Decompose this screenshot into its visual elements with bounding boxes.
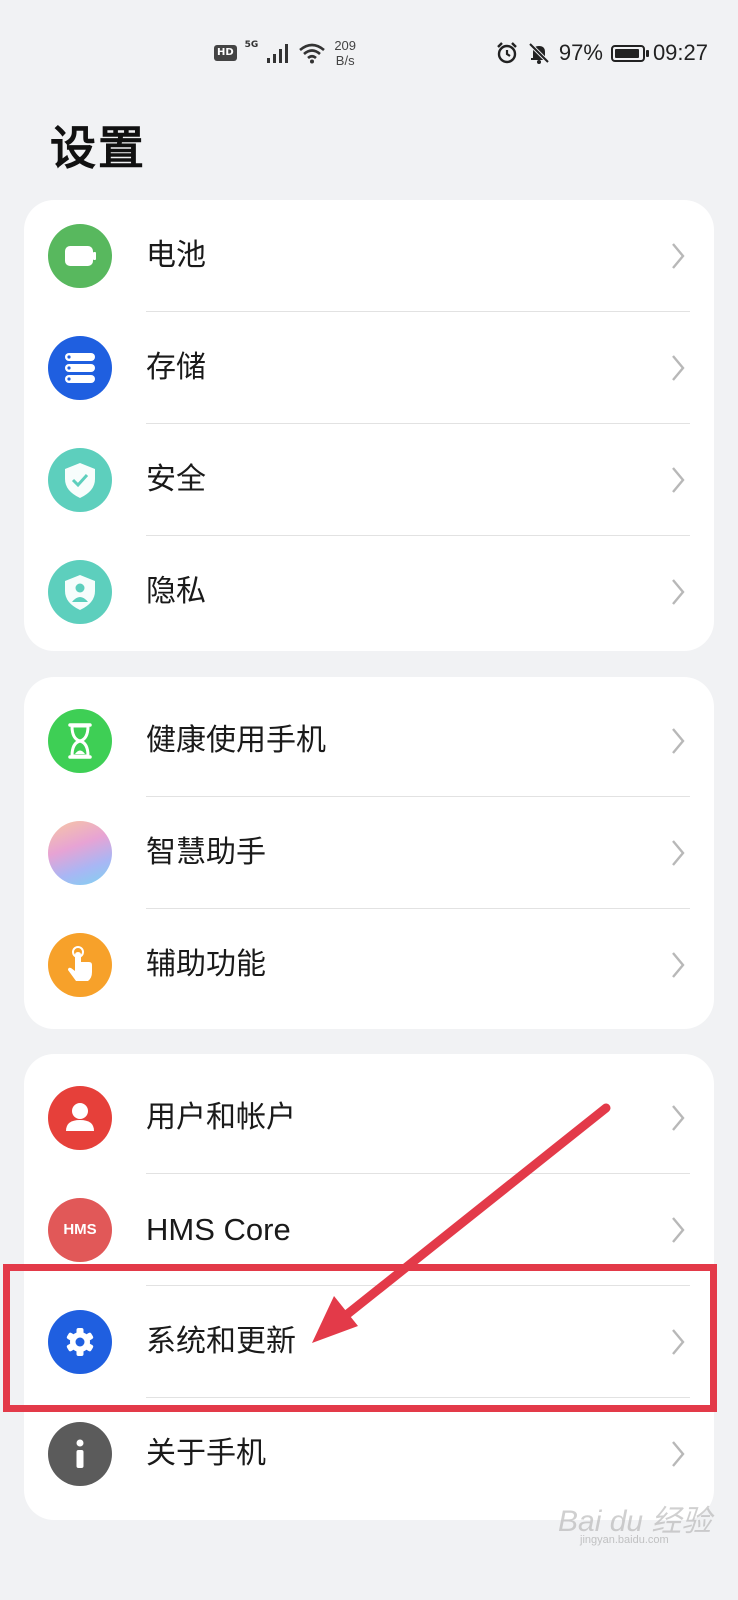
settings-item-label: 电池 [146, 238, 206, 273]
smart-assistant-icon [48, 821, 112, 885]
user-icon [48, 1086, 112, 1150]
security-shield-icon [48, 448, 112, 512]
settings-item-label: 智慧助手 [146, 835, 266, 870]
chevron-right-icon [672, 728, 685, 754]
hd-voice-badge: HD [214, 45, 237, 61]
chevron-right-icon [672, 579, 685, 605]
chevron-right-icon [672, 243, 685, 269]
speed-unit: B/s [335, 53, 355, 68]
mute-bell-icon [528, 42, 550, 64]
settings-group-1: 电池 存储 安全 隐私 [24, 200, 714, 651]
settings-item-accessibility[interactable]: 辅助功能 [24, 909, 714, 1021]
settings-item-label: 关于手机 [146, 1436, 266, 1471]
battery-icon [48, 224, 112, 288]
status-right: 97% 09:27 [495, 40, 708, 66]
chevron-right-icon [672, 1105, 685, 1131]
privacy-shield-icon [48, 560, 112, 624]
chevron-right-icon [672, 1441, 685, 1467]
settings-item-security[interactable]: 安全 [24, 424, 714, 536]
network-speed: 209 B/s [334, 38, 356, 68]
network-type: 5G [244, 40, 259, 50]
settings-item-users-accounts[interactable]: 用户和帐户 [24, 1062, 714, 1174]
settings-item-label: 健康使用手机 [146, 723, 326, 758]
chevron-right-icon [672, 1217, 685, 1243]
status-bar: HD 5G 209 B/s 97% 09:27 [0, 0, 738, 100]
settings-item-storage[interactable]: 存储 [24, 312, 714, 424]
settings-item-smart-assistant[interactable]: 智慧助手 [24, 797, 714, 909]
accessibility-hand-icon [48, 933, 112, 997]
battery-icon [610, 44, 649, 62]
settings-item-battery[interactable]: 电池 [24, 200, 714, 312]
settings-item-label: 用户和帐户 [146, 1100, 296, 1135]
clock: 09:27 [652, 40, 708, 65]
info-icon [48, 1422, 112, 1486]
chevron-right-icon [672, 840, 685, 866]
speed-value: 209 [334, 38, 357, 53]
wifi-icon [299, 43, 326, 64]
battery-percent: 97% [558, 40, 603, 65]
chevron-right-icon [672, 355, 685, 381]
settings-group-2: 健康使用手机 智慧助手 辅助功能 [24, 677, 714, 1029]
chevron-right-icon [672, 952, 685, 978]
settings-item-about-phone[interactable]: 关于手机 [24, 1398, 714, 1510]
signal-icon [267, 44, 289, 63]
hms-core-icon: HMS [48, 1198, 112, 1262]
watermark-url: jingyan.baidu.com [580, 1534, 669, 1546]
battery-fill [614, 48, 640, 58]
settings-item-label: 存储 [146, 350, 206, 385]
chevron-right-icon [672, 467, 685, 493]
settings-item-privacy[interactable]: 隐私 [24, 536, 714, 648]
alarm-icon [497, 42, 517, 64]
hms-icon-text: HMS [63, 1221, 97, 1238]
settings-item-label: 辅助功能 [146, 947, 266, 982]
highlight-box [3, 1264, 717, 1412]
storage-icon [48, 336, 112, 400]
status-left: HD 5G 209 B/s [214, 38, 356, 68]
settings-item-label: 隐私 [146, 574, 206, 609]
hourglass-icon [48, 709, 112, 773]
page-title: 设置 [50, 121, 146, 175]
settings-item-digital-balance[interactable]: 健康使用手机 [24, 685, 714, 797]
settings-item-label: 安全 [146, 462, 206, 497]
